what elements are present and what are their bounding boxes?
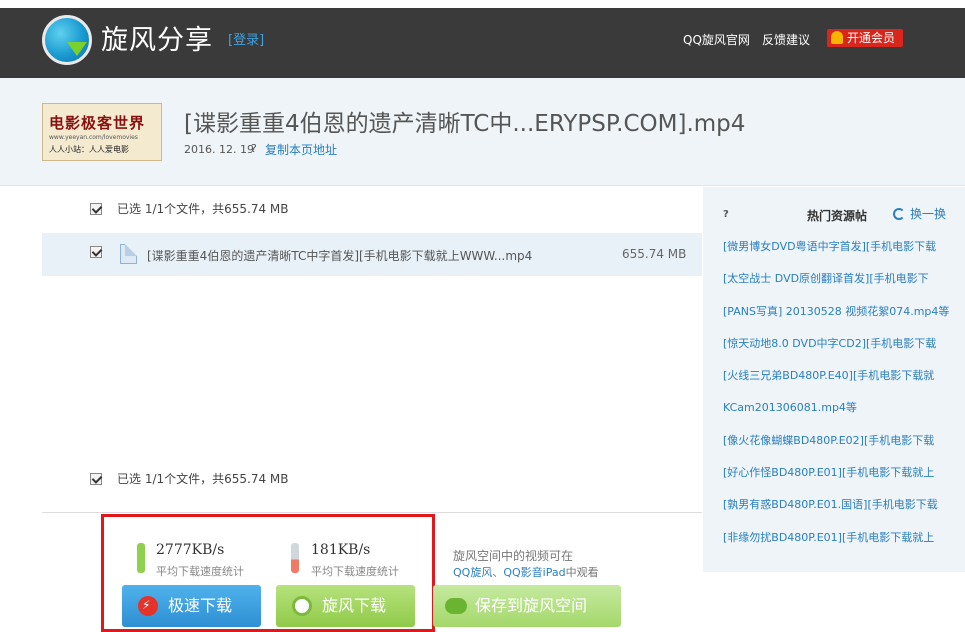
xuanfeng-logo-icon[interactable]	[42, 15, 92, 65]
qq-xuanfeng-link[interactable]: QQ旋风	[453, 566, 492, 579]
xuanfeng-download-label: 旋风下载	[322, 596, 387, 615]
select-all-checkbox-bottom[interactable]	[90, 473, 102, 485]
hot-resources-list: [微男博女DVD粤语中字首发][手机电影下载 [太空战士 DVD原创翻译首发][…	[723, 239, 963, 562]
list-item[interactable]: KCam201306081.mp4等	[723, 400, 963, 432]
qq-player-ipad-link[interactable]: QQ影音iPad	[503, 566, 565, 579]
list-item[interactable]: [好心作怪BD480P.E01][手机电影下载就上	[723, 465, 963, 497]
list-item[interactable]: [孰男有惑BD480P.E01.国语][手机电影下载	[723, 497, 963, 529]
login-link[interactable]: [登录]	[228, 29, 264, 48]
file-thumbnail: 电影极客世界 www.yeeyan.com/lovemovies 人人小站：人人…	[42, 103, 162, 161]
list-item[interactable]: [火线三兄弟BD480P.E40][手机电影下载就	[723, 368, 963, 400]
xuanfeng-download-button[interactable]: 旋风下载	[276, 585, 415, 627]
space-note-line1: 旋风空间中的视频可在	[453, 549, 574, 563]
vip-label: 开通会员	[847, 31, 896, 45]
list-item[interactable]: [像火花像蝴蝶BD480P.E02][手机电影下载	[723, 433, 963, 465]
bell-icon	[831, 31, 843, 44]
speed-bar-normal	[291, 543, 299, 573]
brand-title[interactable]: 旋风分享	[101, 18, 213, 57]
list-item[interactable]: [非缘勿扰BD480P.E01][手机电影下载就上	[723, 530, 963, 562]
file-checkbox[interactable]	[90, 246, 102, 258]
refresh-button[interactable]: 换一换	[893, 205, 946, 222]
thumbnail-subtitle: 人人小站：人人爱电影	[49, 145, 129, 154]
refresh-icon	[893, 208, 905, 220]
cloud-icon	[445, 598, 467, 614]
space-note-line2: QQ旋风、QQ影音iPad中观看	[453, 564, 599, 580]
selected-summary-text-bottom: 已选 1/1个文件，共655.74 MB	[117, 472, 289, 486]
selected-summary-top: 已选 1/1个文件，共655.74 MB	[90, 200, 289, 217]
speed-fast-label: 平均下载速度统计	[156, 565, 244, 578]
copy-page-url-link[interactable]: 复制本页地址	[265, 141, 337, 158]
selected-summary-text: 已选 1/1个文件，共655.74 MB	[117, 202, 289, 216]
file-date: 2016. 12. 19	[184, 143, 254, 156]
fast-download-label: 极速下载	[168, 596, 233, 615]
swirl-icon	[292, 596, 312, 616]
file-title: [谍影重重4伯恩的遗产清晰TC中...ERYPSP.COM].mp4	[184, 111, 746, 137]
list-item[interactable]: [太空战士 DVD原创翻译首发][手机电影下	[723, 271, 963, 303]
list-item[interactable]: [微男博女DVD粤语中字首发][手机电影下载	[723, 239, 963, 271]
speed-normal-label: 平均下载速度统计	[311, 565, 399, 578]
selected-summary-bottom: 已选 1/1个文件，共655.74 MB	[90, 470, 289, 487]
speed-bar-fast	[137, 543, 145, 573]
file-info-band: 电影极客世界 www.yeeyan.com/lovemovies 人人小站：人人…	[0, 78, 965, 186]
list-item[interactable]: [PANS写真] 20130528 视频花絮074.mp4等	[723, 304, 963, 336]
refresh-label: 换一换	[910, 207, 947, 221]
file-icon	[120, 244, 137, 264]
save-to-space-button[interactable]: 保存到旋风空间	[433, 585, 621, 627]
thumbnail-title: 电影极客世界	[49, 114, 146, 132]
thumbnail-url: www.yeeyan.com/lovemovies	[49, 134, 138, 141]
nav-qq-official[interactable]: QQ旋风官网	[683, 31, 750, 48]
table-row[interactable]: [谍影重重4伯恩的遗产清晰TC中字首发][手机电影下载就上WWW...mp4 6…	[42, 233, 702, 276]
nav-feedback[interactable]: 反馈建议	[762, 31, 810, 48]
note-separator: 、	[492, 566, 504, 579]
file-separator: ?	[251, 142, 257, 155]
hot-resources-sidebar: ? 热门资源帖 换一换 [微男博女DVD粤语中字首发][手机电影下载 [太空战士…	[703, 187, 965, 572]
sidebar-help: ?	[723, 209, 729, 220]
vip-button[interactable]: 开通会员	[827, 29, 903, 47]
list-item[interactable]: [惊天动地8.0 DVD中字CD2][手机电影下载	[723, 336, 963, 368]
lightning-icon	[138, 584, 158, 626]
divider	[42, 512, 702, 513]
top-header: 旋风分享 [登录] QQ旋风官网 反馈建议 开通会员	[0, 8, 965, 78]
fast-download-button[interactable]: 极速下载	[122, 584, 261, 627]
file-name: [谍影重重4伯恩的遗产清晰TC中字首发][手机电影下载就上WWW...mp4	[147, 249, 533, 263]
sidebar-title: 热门资源帖	[807, 209, 868, 223]
speed-normal-value: 181KB/s	[311, 542, 371, 558]
file-size: 655.74 MB	[622, 247, 687, 261]
note-tail: 中观看	[565, 566, 599, 579]
speed-fast-value: 2777KB/s	[156, 542, 225, 558]
select-all-checkbox[interactable]	[90, 203, 102, 215]
save-to-space-label: 保存到旋风空间	[475, 596, 588, 615]
